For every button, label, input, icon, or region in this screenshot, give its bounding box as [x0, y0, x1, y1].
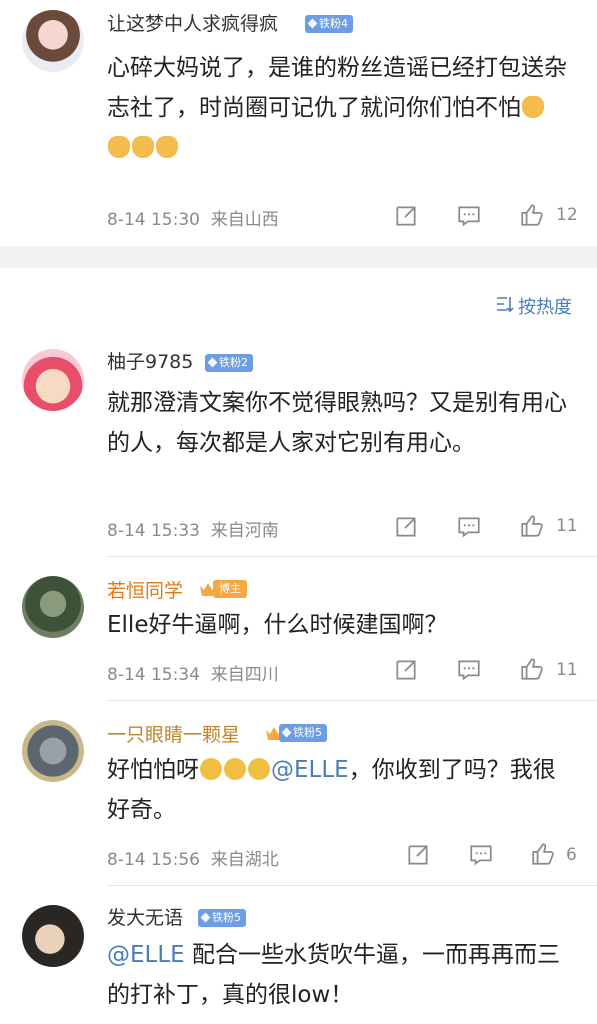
fan-badge: 铁粉5	[198, 909, 246, 927]
share-icon[interactable]	[393, 203, 419, 229]
sort-icon	[497, 297, 514, 313]
section-gap	[0, 246, 597, 268]
like-count: 6	[566, 845, 577, 865]
username[interactable]: 一只眼睛一颗星	[107, 723, 240, 747]
like-count: 11	[556, 516, 578, 536]
scared-emoji	[248, 758, 270, 780]
comment-meta: 8-14 15:33 来自河南	[107, 521, 279, 541]
comment-text: Elle好牛逼啊，什么时候建国啊？	[107, 612, 448, 638]
doge-emoji	[522, 96, 544, 118]
mention-link[interactable]: @ELLE	[271, 757, 349, 783]
share-icon[interactable]	[393, 657, 419, 683]
share-icon[interactable]	[393, 514, 419, 540]
username[interactable]: 让这梦中人求疯得疯	[107, 12, 278, 36]
comment-meta: 8-14 15:30 来自山西	[107, 210, 279, 230]
share-icon[interactable]	[405, 842, 431, 868]
fan-badge: 铁粉2	[205, 354, 253, 372]
like-icon[interactable]	[519, 202, 545, 228]
avatar[interactable]	[22, 905, 84, 967]
comment-meta: 8-14 15:34 来自四川	[107, 665, 279, 685]
fan-badge: 铁粉5	[279, 724, 327, 742]
like-count: 12	[556, 205, 578, 225]
avatar[interactable]	[22, 576, 84, 638]
doge-emoji	[132, 136, 154, 158]
comment-text: 好怕怕呀 @ELLE，你收到了吗？我很好奇。	[107, 757, 556, 823]
avatar[interactable]	[22, 10, 84, 72]
doge-emoji	[156, 136, 178, 158]
username[interactable]: 柚子9785	[107, 350, 193, 374]
divider	[107, 700, 597, 701]
scared-emoji	[200, 758, 222, 780]
username[interactable]: 若恒同学	[107, 579, 183, 603]
comment-icon[interactable]	[456, 203, 482, 229]
blogger-badge: 博主	[213, 580, 247, 598]
divider	[107, 556, 597, 557]
fan-badge: 铁粉4	[305, 15, 353, 33]
scared-emoji	[224, 758, 246, 780]
like-icon[interactable]	[519, 513, 545, 539]
comment-text: 就那澄清文案你不觉得眼熟吗？又是别有用心的人，每次都是人家对它别有用心。	[107, 390, 567, 456]
comment-icon[interactable]	[456, 514, 482, 540]
sort-by-hot-button[interactable]: 按热度	[497, 293, 572, 319]
like-icon[interactable]	[519, 656, 545, 682]
like-icon[interactable]	[530, 841, 556, 867]
divider	[107, 885, 597, 886]
comment-icon[interactable]	[456, 657, 482, 683]
doge-emoji	[108, 136, 130, 158]
avatar[interactable]	[22, 349, 84, 411]
comment-text: @ELLE 配合一些水货吹牛逼，一而再再而三的打补丁，真的很low！	[107, 942, 561, 1008]
avatar[interactable]	[22, 720, 84, 782]
comment-icon[interactable]	[468, 842, 494, 868]
like-count: 11	[556, 660, 578, 680]
comment-meta: 8-14 15:56 来自湖北	[107, 850, 279, 870]
username[interactable]: 发大无语	[107, 906, 183, 930]
comment-text: 心碎大妈说了，是谁的粉丝造谣已经打包送杂志社了，时尚圈可记仇了就问你们怕不怕	[107, 48, 567, 168]
mention-link[interactable]: @ELLE	[107, 942, 185, 968]
